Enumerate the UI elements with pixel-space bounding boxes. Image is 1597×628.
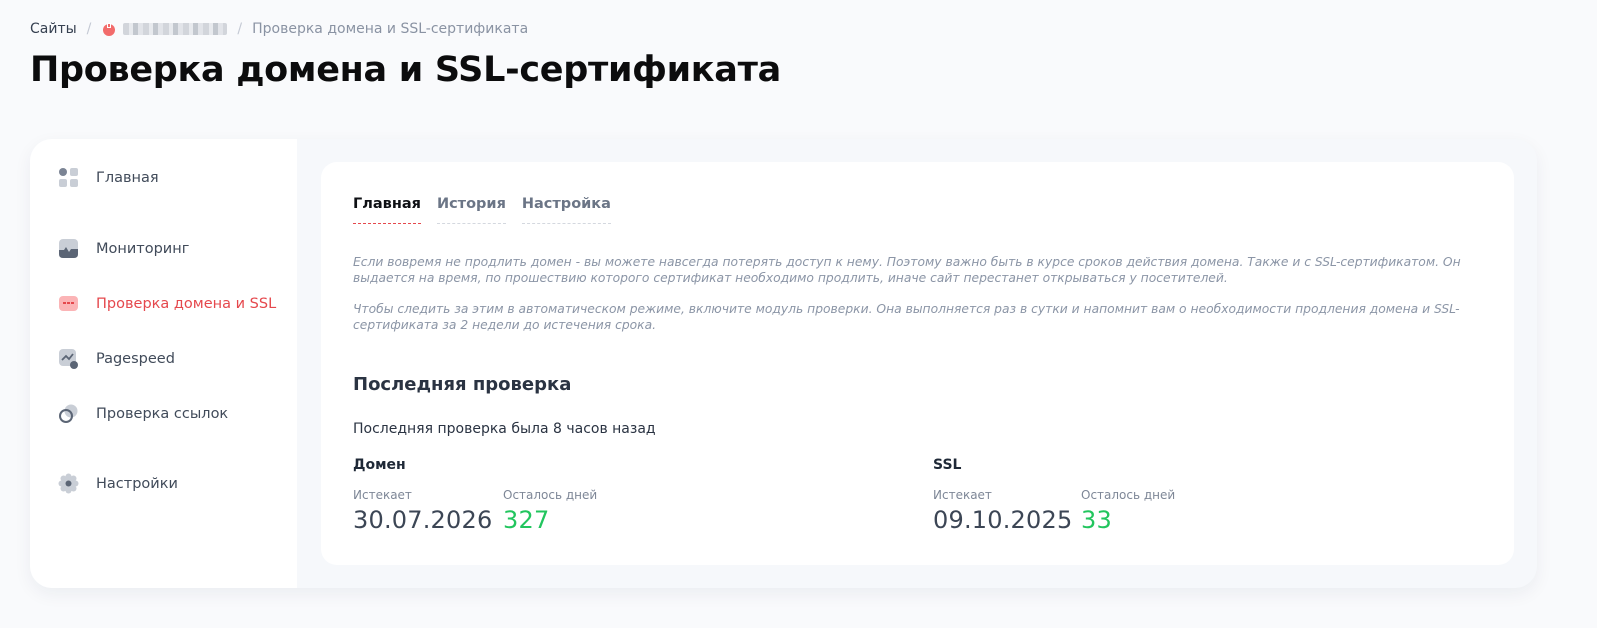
content-panel: Главная История Настройка Если вовремя н… bbox=[321, 162, 1514, 565]
sidebar-item-home[interactable]: Главная bbox=[58, 167, 159, 188]
last-check-title: Последняя проверка bbox=[353, 374, 572, 395]
domain-days-left: Осталось дней 327 bbox=[503, 488, 597, 534]
ssl-expires-label: Истекает bbox=[933, 488, 992, 502]
monitor-icon bbox=[58, 238, 79, 259]
site-name-redacted bbox=[123, 23, 228, 35]
sidebar-item-domain-ssl[interactable]: Проверка домена и SSL bbox=[58, 293, 276, 314]
domain-days-value: 327 bbox=[503, 506, 550, 534]
ssl-card-icon bbox=[58, 293, 79, 314]
sidebar-item-label: Проверка ссылок bbox=[96, 405, 229, 422]
sidebar-item-settings[interactable]: Настройки bbox=[58, 473, 178, 494]
breadcrumb-separator: / bbox=[86, 21, 92, 37]
sidebar-item-pagespeed[interactable]: Pagespeed bbox=[58, 348, 175, 369]
ssl-days-left: Осталось дней 33 bbox=[1081, 488, 1175, 534]
breadcrumb-separator: / bbox=[237, 21, 243, 37]
link-icon bbox=[58, 403, 79, 424]
last-check-text: Последняя проверка была 8 часов назад bbox=[353, 421, 656, 437]
domain-block: Домен Истекает 30.07.2026 Осталось дней … bbox=[353, 457, 597, 534]
tab-settings[interactable]: Настройка bbox=[521, 196, 611, 224]
ssl-days-label: Осталось дней bbox=[1081, 488, 1176, 502]
breadcrumb: Сайты / / Проверка домена и SSL-сертифик… bbox=[30, 21, 528, 37]
main-card: Главная Мониторинг Проверка домена и SSL… bbox=[30, 139, 1537, 588]
sidebar-item-label: Мониторинг bbox=[96, 240, 190, 257]
domain-title: Домен bbox=[353, 457, 406, 473]
breadcrumb-site-link[interactable] bbox=[101, 21, 228, 37]
ssl-title: SSL bbox=[933, 457, 962, 473]
ssl-expires-value: 09.10.2025 bbox=[933, 506, 1073, 534]
sidebar-item-link-check[interactable]: Проверка ссылок bbox=[58, 403, 228, 424]
site-favicon-icon bbox=[101, 21, 117, 37]
sidebar-item-label: Главная bbox=[96, 169, 159, 186]
tab-bar: Главная История Настройка bbox=[353, 196, 611, 224]
tab-main[interactable]: Главная bbox=[353, 196, 421, 224]
speed-chart-icon bbox=[58, 348, 79, 369]
sidebar-item-label: Pagespeed bbox=[96, 350, 175, 367]
gear-icon bbox=[58, 473, 79, 494]
domain-days-label: Осталось дней bbox=[503, 488, 598, 502]
ssl-expires: Истекает 09.10.2025 bbox=[933, 488, 1081, 534]
ssl-block: SSL Истекает 09.10.2025 Осталось дней 33 bbox=[933, 457, 1175, 534]
grid-icon bbox=[58, 167, 79, 188]
sidebar-item-label: Проверка домена и SSL bbox=[96, 295, 277, 312]
domain-expires: Истекает 30.07.2026 bbox=[353, 488, 503, 534]
tab-history[interactable]: История bbox=[436, 196, 506, 224]
info-paragraph-module: Чтобы следить за этим в автоматическом р… bbox=[353, 302, 1460, 332]
domain-expires-label: Истекает bbox=[353, 488, 412, 502]
page-title: Проверка домена и SSL-сертификата bbox=[30, 50, 781, 90]
sidebar-item-label: Настройки bbox=[96, 475, 178, 492]
domain-expires-value: 30.07.2026 bbox=[353, 506, 493, 534]
info-paragraph-domain: Если вовремя не продлить домен - вы може… bbox=[353, 255, 1461, 285]
ssl-days-value: 33 bbox=[1081, 506, 1112, 534]
breadcrumb-current: Проверка домена и SSL-сертификата bbox=[252, 21, 529, 37]
sidebar-item-monitoring[interactable]: Мониторинг bbox=[58, 238, 189, 259]
breadcrumb-sites-link[interactable]: Сайты bbox=[30, 21, 77, 37]
sidebar: Главная Мониторинг Проверка домена и SSL… bbox=[30, 139, 297, 588]
